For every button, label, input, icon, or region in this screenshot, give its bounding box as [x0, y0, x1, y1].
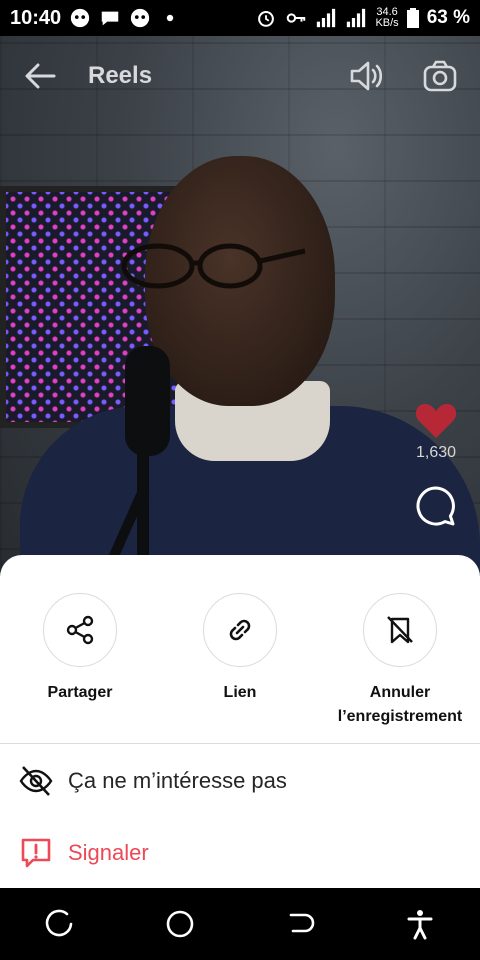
heart-icon[interactable] — [414, 400, 458, 440]
top-nav: Reels — [0, 36, 480, 116]
not-interested-item[interactable]: Ça ne m’intéresse pas — [0, 751, 480, 811]
chat-notification-icon — [101, 11, 119, 26]
accessibility-icon[interactable] — [403, 907, 437, 941]
link-icon — [229, 619, 251, 641]
dot-icon — [166, 14, 174, 22]
camera-icon[interactable] — [420, 56, 460, 96]
page-title: Reels — [88, 62, 153, 89]
link-option[interactable]: Lien — [160, 593, 320, 705]
options-sheet: Partager Lien Annuler l’enregistrement Ç… — [0, 555, 480, 888]
person-glasses — [121, 243, 306, 289]
battery-icon — [406, 8, 419, 28]
unsave-label: Annuler l’enregistrement — [337, 684, 463, 725]
share-options-row: Partager Lien Annuler l’enregistrement — [0, 593, 480, 743]
network-speed: 34.6 KB/s — [375, 6, 399, 29]
share-label: Partager — [47, 684, 113, 701]
arrow-left-icon[interactable] — [20, 56, 60, 96]
share-button[interactable] — [43, 593, 117, 667]
eye-slash-icon — [19, 766, 53, 796]
divider — [0, 743, 480, 744]
report-label: Signaler — [68, 840, 149, 865]
bookmark-slash-icon — [387, 616, 413, 644]
speaker-icon[interactable] — [346, 56, 386, 96]
app-notification-icon — [70, 8, 90, 28]
unsave-button[interactable] — [363, 593, 437, 667]
app-notification-icon — [130, 8, 150, 28]
recent-apps-icon[interactable] — [43, 907, 77, 941]
not-interested-label: Ça ne m’intéresse pas — [68, 768, 287, 793]
back-nav-icon[interactable] — [283, 907, 317, 941]
share-option[interactable]: Partager — [0, 593, 160, 705]
link-label: Lien — [223, 684, 257, 701]
signal-icon — [317, 8, 336, 28]
unsave-option[interactable]: Annuler l’enregistrement — [320, 593, 480, 729]
reel-side-actions: 1,630 — [406, 400, 466, 528]
microphone — [105, 346, 170, 586]
report-icon — [21, 838, 51, 868]
battery-level: 63 % — [426, 7, 470, 28]
system-nav-bar — [0, 888, 480, 960]
status-bar: 10:40 34.6 KB/s 63 % — [0, 0, 480, 36]
status-time: 10:40 — [10, 6, 62, 29]
key-icon — [287, 13, 306, 23]
like-count[interactable]: 1,630 — [416, 444, 456, 462]
alarm-icon — [258, 11, 275, 27]
home-icon[interactable] — [163, 907, 197, 941]
link-button[interactable] — [203, 593, 277, 667]
signal-icon — [347, 8, 366, 28]
share-icon — [66, 615, 94, 645]
report-item[interactable]: Signaler — [0, 823, 480, 883]
comment-icon[interactable] — [414, 484, 458, 528]
